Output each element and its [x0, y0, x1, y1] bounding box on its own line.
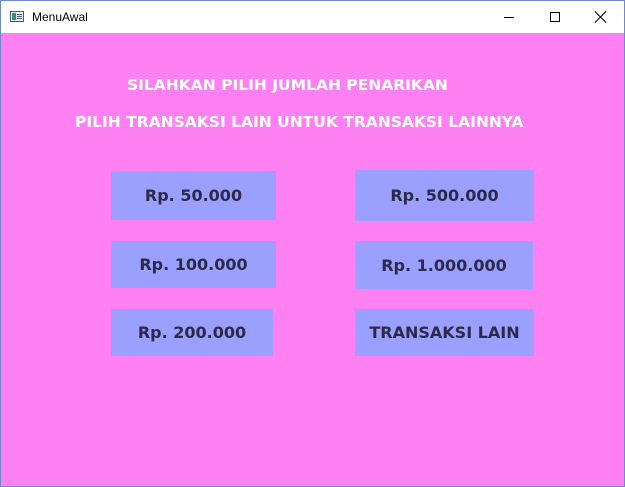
amount-100000-button[interactable]: Rp. 100.000 — [111, 241, 276, 288]
close-button[interactable] — [578, 1, 624, 33]
amount-1000000-button[interactable]: Rp. 1.000.000 — [355, 241, 533, 289]
amount-200000-button[interactable]: Rp. 200.000 — [111, 309, 273, 356]
app-window: MenuAwal SILAHKAN PILIH JUMLAH PENARIKAN… — [0, 0, 625, 487]
close-icon — [595, 11, 607, 23]
app-window-icon — [10, 11, 24, 22]
minimize-button[interactable] — [486, 1, 532, 33]
other-transaction-button[interactable]: TRANSAKSI LAIN — [355, 309, 534, 356]
other-transaction-heading: PILIH TRANSAKSI LAIN UNTUK TRANSAKSI LAI… — [75, 113, 524, 131]
maximize-button[interactable] — [532, 1, 578, 33]
window-title: MenuAwal — [32, 10, 88, 24]
amount-50000-button[interactable]: Rp. 50.000 — [111, 171, 276, 220]
amount-500000-button[interactable]: Rp. 500.000 — [355, 170, 534, 221]
withdrawal-amount-heading: SILAHKAN PILIH JUMLAH PENARIKAN — [127, 76, 448, 94]
title-bar[interactable]: MenuAwal — [1, 1, 624, 33]
maximize-icon — [550, 12, 560, 22]
minimize-icon — [504, 17, 514, 18]
